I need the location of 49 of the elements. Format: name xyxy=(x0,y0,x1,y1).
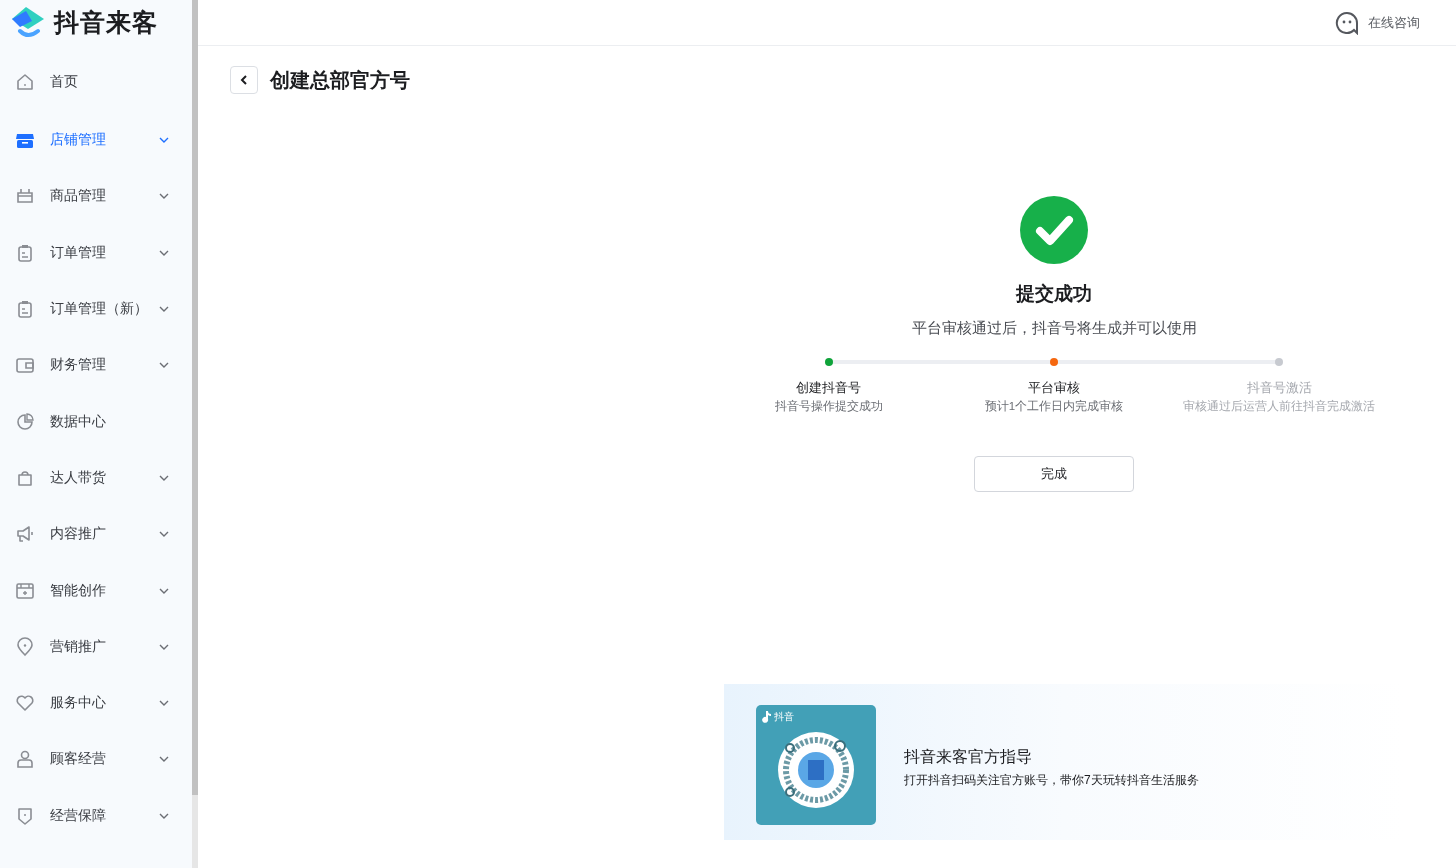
sidebar-item[interactable]: 商品管理 xyxy=(0,168,192,225)
result-title: 提交成功 xyxy=(1016,282,1092,306)
result-message: 平台审核通过后，抖音号将生成并可以使用 xyxy=(911,319,1197,338)
step-dot xyxy=(1275,358,1284,366)
logo-text: 抖音来客 xyxy=(54,6,158,38)
menu-icon xyxy=(15,524,35,545)
step-dot xyxy=(824,358,833,366)
music-note-icon xyxy=(762,711,772,723)
sidebar-item[interactable]: 智能创作 xyxy=(0,562,192,619)
sidebar-item[interactable]: 首页 xyxy=(0,52,192,112)
menu-icon xyxy=(15,636,35,657)
menu-icon xyxy=(15,805,35,826)
step-description: 预计1个工作日内完成审核 xyxy=(984,399,1124,414)
menu-icon xyxy=(15,242,35,263)
sidebar-item[interactable]: 订单管理（新） xyxy=(0,280,192,338)
sidebar-item[interactable]: 经营保障 xyxy=(0,787,192,844)
menu-icon xyxy=(15,749,35,770)
step-dot xyxy=(1050,358,1058,366)
sidebar-item[interactable]: 顾客经营 xyxy=(0,731,192,788)
sidebar-item[interactable]: 内容推广 xyxy=(0,506,192,563)
menu-icon xyxy=(15,72,35,92)
promo-title: 抖音来客官方指导 xyxy=(904,747,1033,767)
step-description: 抖音号操作提交成功 xyxy=(774,399,883,414)
chevron-left-icon xyxy=(240,75,248,85)
menu-icon xyxy=(15,580,35,601)
menu-icon xyxy=(15,299,35,320)
sidebar-item[interactable]: 财务管理 xyxy=(0,337,192,394)
promo-text: 打开抖音扫码关注官方账号，带你7天玩转抖音生活服务 xyxy=(904,772,1199,789)
back-button[interactable] xyxy=(230,66,258,94)
sidebar-item[interactable]: 服务中心 xyxy=(0,674,192,732)
chat-icon xyxy=(1335,10,1359,35)
step-description: 审核通过后运营人前往抖音完成激活 xyxy=(1183,399,1376,414)
sidebar-item[interactable]: 数据中心 xyxy=(0,393,192,450)
success-check-icon xyxy=(1020,196,1088,264)
menu-icon xyxy=(15,411,35,432)
sidebar-item[interactable]: 营销推广 xyxy=(0,618,192,675)
sidebar-item[interactable]: 店铺管理 xyxy=(0,112,192,169)
sidebar-item[interactable]: 达人带货 xyxy=(0,449,192,507)
step-label: 创建抖音号 xyxy=(796,379,862,397)
done-button[interactable]: 完成 xyxy=(974,456,1134,492)
menu-icon xyxy=(15,693,35,714)
menu-icon xyxy=(15,355,35,376)
scrollbar[interactable] xyxy=(192,0,198,795)
step-label: 平台审核 xyxy=(1028,379,1080,397)
sidebar-item[interactable]: 订单管理 xyxy=(0,224,192,281)
page-title: 创建总部官方号 xyxy=(270,67,410,93)
step-label: 抖音号激活 xyxy=(1246,379,1312,397)
online-consult-link[interactable]: 在线咨询 xyxy=(1335,10,1420,35)
qr-brand-text: 抖音 xyxy=(774,710,794,724)
